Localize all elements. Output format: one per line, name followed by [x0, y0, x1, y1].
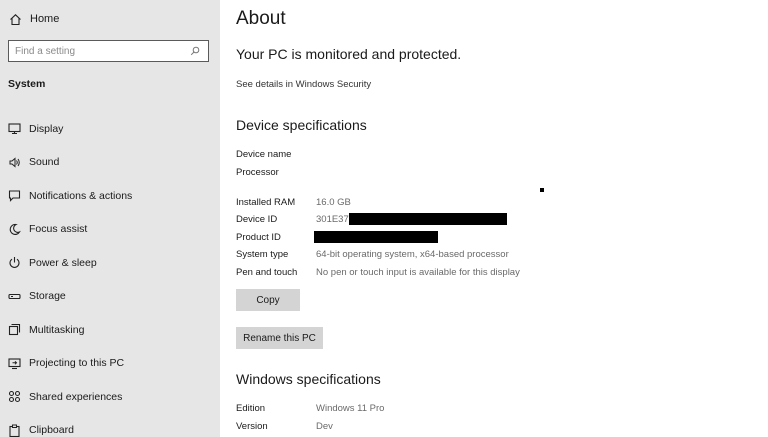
nav-item-label: Clipboard: [29, 424, 74, 437]
system-nav-list: Display Sound Notifications & actions Fo…: [0, 112, 220, 437]
about-page: About Your PC is monitored and protected…: [236, 0, 768, 437]
system-section-label: System: [8, 78, 46, 90]
processor-row: Processor: [236, 165, 316, 179]
settings-sidebar: Home System Display Sound Notifications …: [0, 0, 220, 437]
device-name-row: Device name: [236, 147, 316, 161]
home-nav-item[interactable]: Home: [8, 8, 59, 30]
nav-item-label: Storage: [29, 290, 66, 303]
nav-item-projecting[interactable]: Projecting to this PC: [0, 347, 220, 381]
nav-item-storage[interactable]: Storage: [0, 280, 220, 314]
spec-value: 64-bit operating system, x64-based proce…: [316, 248, 509, 260]
search-icon[interactable]: [188, 44, 202, 58]
nav-item-multitasking[interactable]: Multitasking: [0, 313, 220, 347]
spec-label: Pen and touch: [236, 266, 298, 278]
redaction-bar: [314, 231, 438, 243]
rename-pc-button[interactable]: Rename this PC: [236, 327, 323, 349]
spec-label: Processor: [236, 166, 279, 178]
storage-icon: [7, 289, 21, 303]
nav-item-label: Focus assist: [29, 223, 88, 236]
nav-item-focus-assist[interactable]: Focus assist: [0, 213, 220, 247]
spec-value: Windows 11 Pro: [316, 402, 385, 414]
nav-item-clipboard[interactable]: Clipboard: [0, 414, 220, 437]
redaction-bar: [348, 213, 507, 225]
nav-item-label: Notifications & actions: [29, 189, 133, 202]
device-id-row: Device ID 301E37: [236, 212, 507, 226]
nav-item-sound[interactable]: Sound: [0, 146, 220, 180]
moon-icon: [7, 222, 21, 236]
protection-status-heading: Your PC is monitored and protected.: [236, 46, 462, 62]
nav-item-power-sleep[interactable]: Power & sleep: [0, 246, 220, 280]
spec-value: Dev: [316, 420, 333, 432]
spec-label: Installed RAM: [236, 196, 296, 208]
device-id-value-group: 301E37: [316, 213, 507, 225]
windows-security-link[interactable]: See details in Windows Security: [236, 79, 371, 90]
display-icon: [7, 122, 21, 136]
version-row: Version Dev: [236, 419, 333, 433]
nav-item-label: Power & sleep: [29, 256, 97, 269]
device-specifications-heading: Device specifications: [236, 117, 367, 133]
spec-label: Device ID: [236, 213, 278, 225]
spec-label: Version: [236, 420, 268, 432]
projecting-icon: [7, 356, 21, 370]
home-icon: [8, 12, 22, 26]
page-title: About: [236, 8, 286, 29]
nav-item-notifications[interactable]: Notifications & actions: [0, 179, 220, 213]
settings-search-box[interactable]: [8, 40, 209, 62]
nav-item-label: Projecting to this PC: [29, 357, 125, 370]
spec-label: Product ID: [236, 231, 281, 243]
edition-row: Edition Windows 11 Pro: [236, 401, 384, 415]
spec-value: 16.0 GB: [316, 196, 351, 208]
product-id-row: Product ID: [236, 230, 438, 244]
nav-item-display[interactable]: Display: [0, 112, 220, 146]
windows-specifications-heading: Windows specifications: [236, 371, 381, 387]
spec-label: System type: [236, 248, 289, 260]
installed-ram-row: Installed RAM 16.0 GB: [236, 195, 351, 209]
nav-item-label: Multitasking: [29, 323, 85, 336]
nav-item-shared-experiences[interactable]: Shared experiences: [0, 380, 220, 414]
copy-button[interactable]: Copy: [236, 289, 300, 311]
nav-item-label: Sound: [29, 156, 60, 169]
pen-touch-row: Pen and touch No pen or touch input is a…: [236, 265, 520, 279]
multitasking-icon: [7, 323, 21, 337]
spec-label: Device name: [236, 148, 292, 160]
power-icon: [7, 256, 21, 270]
nav-item-label: Display: [29, 122, 64, 135]
spec-label: Edition: [236, 402, 266, 414]
clipboard-icon: [7, 423, 21, 437]
search-input[interactable]: [9, 45, 188, 57]
redaction-dot: [540, 188, 544, 192]
system-type-row: System type 64-bit operating system, x64…: [236, 247, 509, 261]
notifications-icon: [7, 189, 21, 203]
nav-item-label: Shared experiences: [29, 390, 123, 403]
spec-value: 301E37: [316, 213, 349, 225]
spec-value: No pen or touch input is available for t…: [316, 266, 520, 278]
shared-experiences-icon: [7, 390, 21, 404]
home-label: Home: [30, 13, 60, 25]
product-id-value-group: [314, 231, 438, 243]
speaker-icon: [7, 155, 21, 169]
